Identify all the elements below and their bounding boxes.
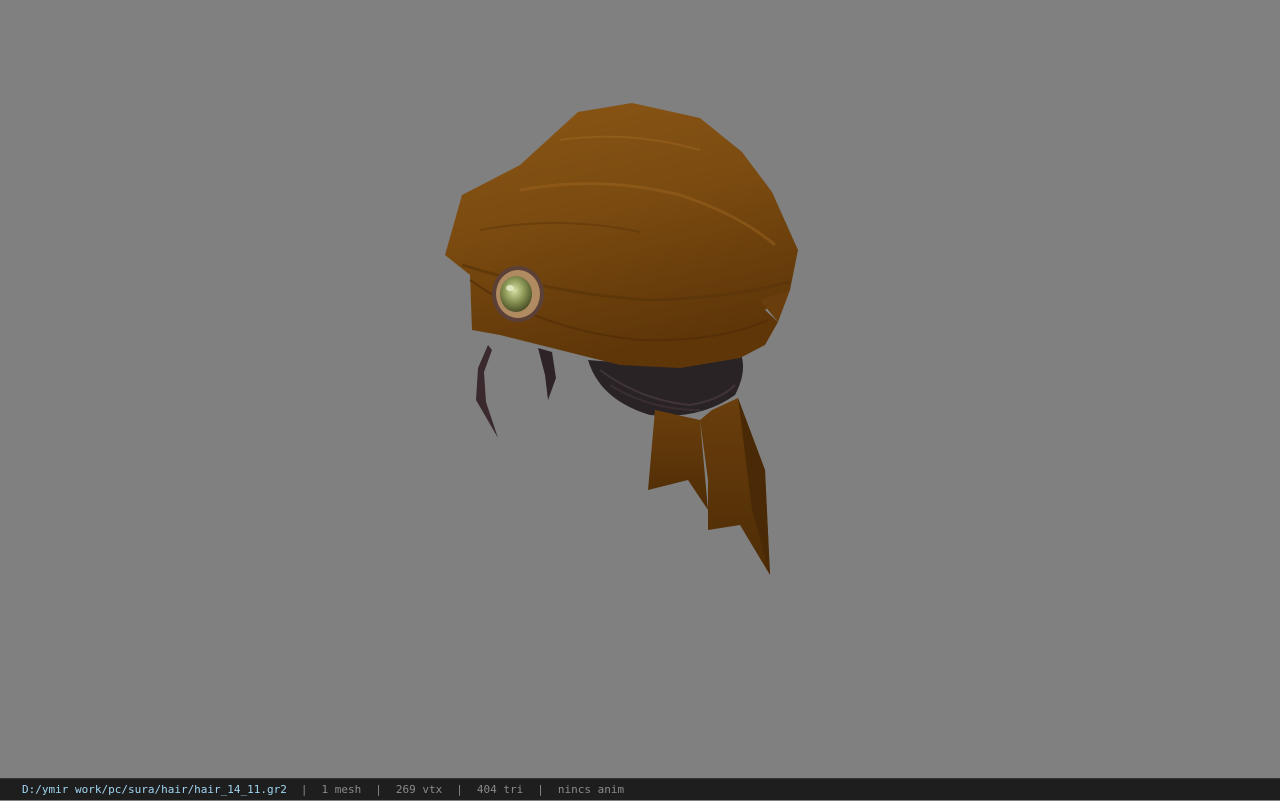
animation-status-label: nincs anim xyxy=(557,783,625,796)
separator: | xyxy=(300,783,308,796)
mesh-count-label: 1 mesh xyxy=(321,783,362,796)
hair-model-render xyxy=(445,103,798,575)
separator: | xyxy=(375,783,382,796)
separator: | xyxy=(456,783,463,796)
hair-strand-left xyxy=(476,345,556,438)
bandana-cap xyxy=(445,103,798,368)
bandana-tails xyxy=(648,398,770,575)
vertex-count-label: 269 vtx xyxy=(395,783,443,796)
gem-ornament xyxy=(492,266,544,322)
status-bar: D:/ymir work/pc/sura/hair/hair_14_11.gr2… xyxy=(0,778,1280,800)
separator: | xyxy=(537,783,544,796)
3d-viewport[interactable] xyxy=(0,0,1280,778)
triangle-count-label: 404 tri xyxy=(476,783,524,796)
file-path-label: D:/ymir work/pc/sura/hair/hair_14_11.gr2 xyxy=(22,783,287,796)
